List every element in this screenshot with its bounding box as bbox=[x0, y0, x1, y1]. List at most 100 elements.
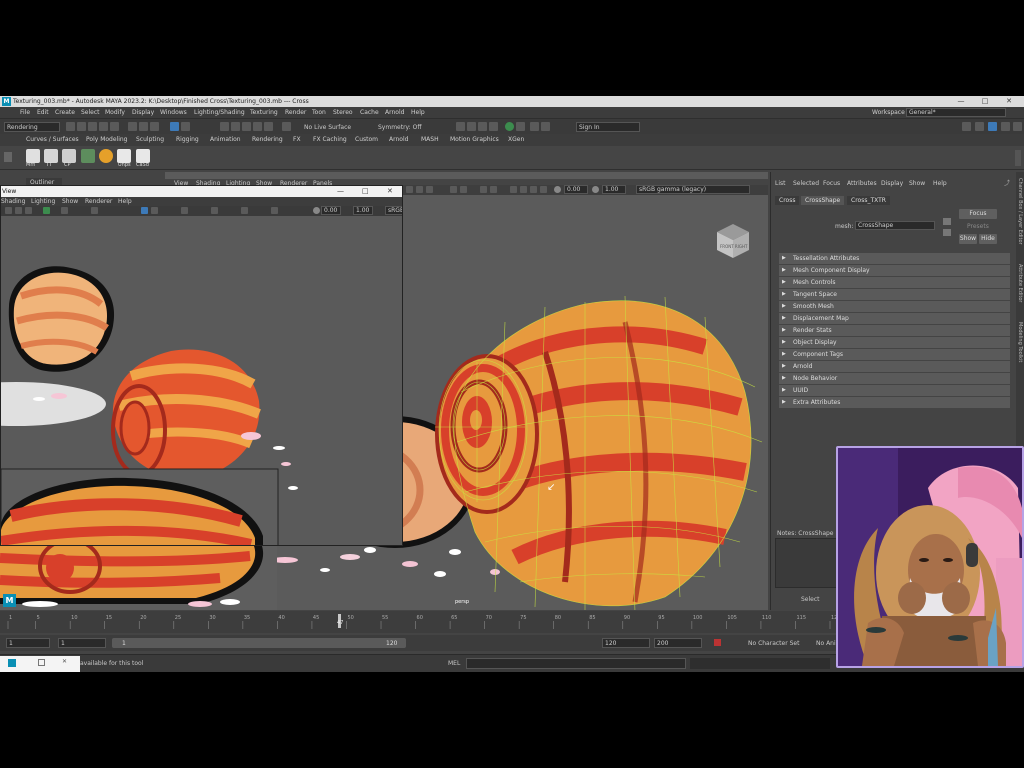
snap-point-icon[interactable] bbox=[242, 122, 251, 131]
ae-select-button[interactable]: Select bbox=[801, 596, 820, 603]
workspace-dropdown[interactable]: General* bbox=[906, 108, 1006, 117]
render-frame-icon[interactable] bbox=[456, 122, 465, 131]
maximize-button[interactable]: □ bbox=[974, 96, 996, 107]
restore-icon[interactable] bbox=[38, 659, 45, 666]
play-icon[interactable] bbox=[530, 122, 539, 131]
vp-exposure-icon[interactable] bbox=[554, 186, 561, 193]
ae-section-render-stats[interactable]: Render Stats bbox=[779, 325, 1010, 336]
ae-section-arnold[interactable]: Arnold bbox=[779, 361, 1010, 372]
ref-camera-icon[interactable] bbox=[15, 207, 22, 214]
shelf-options-icon[interactable] bbox=[4, 152, 12, 162]
ref-minimize-button[interactable]: — bbox=[337, 186, 344, 197]
time-slider[interactable]: 1 5 10 15 20 25 30 35 40 45 50 55 60 65 70 75 80 85 90 95 10… bbox=[0, 611, 841, 633]
no-live-surface-label[interactable]: No Live Surface bbox=[304, 124, 351, 131]
reference-view-window[interactable]: View — □ ✕ Shading Lighting Show Rendere… bbox=[0, 185, 403, 546]
ref-gamma-field[interactable]: 1.00 bbox=[353, 206, 373, 215]
script-language-label[interactable]: MEL bbox=[448, 660, 460, 667]
shelf-tab-mash[interactable]: MASH bbox=[421, 134, 439, 146]
select-hierarchy-icon[interactable] bbox=[128, 122, 137, 131]
ref-texture-icon[interactable] bbox=[141, 207, 148, 214]
script-editor-icon[interactable] bbox=[8, 659, 16, 667]
ref-frame-icon[interactable] bbox=[61, 207, 68, 214]
shelf-checker-icon[interactable] bbox=[81, 149, 95, 163]
vp-aa-icon[interactable] bbox=[530, 186, 537, 193]
vp-texture-icon[interactable] bbox=[460, 186, 467, 193]
ref-bookmark-icon[interactable] bbox=[91, 207, 98, 214]
shelf-casd-icon[interactable] bbox=[136, 149, 150, 163]
side-tab-attribute-editor[interactable]: Attribute Editor bbox=[1017, 264, 1023, 302]
shelf-tab-arnold[interactable]: Arnold bbox=[389, 134, 408, 146]
select-by-object-icon[interactable] bbox=[170, 122, 179, 131]
ref-grid-icon[interactable] bbox=[5, 207, 12, 214]
ae-notes-field[interactable] bbox=[775, 538, 837, 588]
ae-section-mesh-controls[interactable]: Mesh Controls bbox=[779, 277, 1010, 288]
pause-icon[interactable] bbox=[541, 122, 550, 131]
close-button[interactable]: ✕ bbox=[998, 96, 1020, 107]
select-component-icon[interactable] bbox=[150, 122, 159, 131]
ae-show-button[interactable]: Show bbox=[959, 234, 977, 244]
ae-goto-output-icon[interactable] bbox=[943, 229, 951, 236]
vp-isolate-icon[interactable] bbox=[510, 186, 517, 193]
vp-color-space-dropdown[interactable]: sRGB gamma (legacy) bbox=[636, 185, 750, 194]
shelf-tab-rigging[interactable]: Rigging bbox=[176, 134, 199, 146]
menu-edit[interactable]: Edit bbox=[37, 107, 49, 118]
ref-light-icon[interactable] bbox=[151, 207, 158, 214]
ae-tab-crossshape[interactable]: CrossShape bbox=[801, 196, 845, 205]
shelf-brush-icon[interactable] bbox=[26, 149, 40, 163]
ae-tab-cross-txtr[interactable]: Cross_TXTR bbox=[847, 196, 890, 205]
ae-section-extra-attributes[interactable]: Extra Attributes bbox=[779, 397, 1010, 408]
undo-icon[interactable] bbox=[99, 122, 108, 131]
ae-goto-input-icon[interactable] bbox=[943, 218, 951, 225]
ref-menu-show[interactable]: Show bbox=[62, 197, 78, 206]
scene-end-field[interactable]: 200 bbox=[654, 638, 702, 648]
shelf-tab-fx-caching[interactable]: FX Caching bbox=[313, 134, 347, 146]
vp-ao-icon[interactable] bbox=[540, 186, 547, 193]
ae-section-node-behavior[interactable]: Node Behavior bbox=[779, 373, 1010, 384]
vp-shadow-icon[interactable] bbox=[490, 186, 497, 193]
range-slider[interactable]: 1 120 bbox=[112, 638, 406, 648]
ae-section-component-tags[interactable]: Component Tags bbox=[779, 349, 1010, 360]
vp-light-icon[interactable] bbox=[480, 186, 487, 193]
menu-arnold[interactable]: Arnold bbox=[385, 107, 404, 118]
scene-start-field[interactable]: 1 bbox=[6, 638, 50, 648]
menu-cache[interactable]: Cache bbox=[360, 107, 379, 118]
menu-display[interactable]: Display bbox=[132, 107, 154, 118]
menu-help[interactable]: Help bbox=[411, 107, 425, 118]
vp-camera-icon[interactable] bbox=[416, 186, 423, 193]
ae-menu-attributes[interactable]: Attributes bbox=[847, 180, 877, 187]
shelf-tab-custom[interactable]: Custom bbox=[355, 134, 378, 146]
shelf-tab-animation[interactable]: Animation bbox=[210, 134, 241, 146]
ref-exposure-icon[interactable] bbox=[313, 207, 320, 214]
attribute-editor-toggle-icon[interactable] bbox=[988, 122, 997, 131]
shelf-tab-xgen[interactable]: XGen bbox=[508, 134, 524, 146]
menu-toon[interactable]: Toon bbox=[312, 107, 326, 118]
menu-windows[interactable]: Windows bbox=[160, 107, 187, 118]
vp-gamma-field[interactable]: 1.00 bbox=[602, 185, 626, 194]
ref-ao-icon[interactable] bbox=[271, 207, 278, 214]
vp-grid-icon[interactable] bbox=[406, 186, 413, 193]
magnet-icon[interactable] bbox=[282, 122, 291, 131]
ae-hide-button[interactable]: Hide bbox=[979, 234, 997, 244]
modeling-toolkit-icon[interactable] bbox=[962, 122, 971, 131]
menu-select[interactable]: Select bbox=[81, 107, 100, 118]
new-scene-icon[interactable] bbox=[66, 122, 75, 131]
snap-curve-icon[interactable] bbox=[231, 122, 240, 131]
ae-section-displacement-map[interactable]: Displacement Map bbox=[779, 313, 1010, 324]
ae-menu-display[interactable]: Display bbox=[881, 180, 903, 187]
ref-menu-lighting[interactable]: Lighting bbox=[31, 197, 55, 206]
arnold-render-icon[interactable] bbox=[505, 122, 514, 131]
tool-settings-icon[interactable] bbox=[1001, 122, 1010, 131]
vp-gamma-icon[interactable] bbox=[592, 186, 599, 193]
ref-color-space-dropdown[interactable]: sRGB bbox=[385, 206, 402, 215]
menu-modify[interactable]: Modify bbox=[105, 107, 125, 118]
ref-xray-icon[interactable] bbox=[211, 207, 218, 214]
ae-mesh-name-field[interactable]: CrossShape bbox=[855, 221, 935, 230]
shelf-unps-icon[interactable] bbox=[117, 149, 131, 163]
playback-start-field[interactable]: 1 bbox=[58, 638, 106, 648]
ae-presets-button[interactable]: Presets bbox=[967, 223, 989, 230]
menu-texturing[interactable]: Texturing bbox=[250, 107, 278, 118]
side-tab-modeling-toolkit[interactable]: Modeling Toolkit bbox=[1017, 322, 1023, 362]
ref-menu-renderer[interactable]: Renderer bbox=[85, 197, 112, 206]
ipr-render-icon[interactable] bbox=[478, 122, 487, 131]
mode-dropdown[interactable]: Rendering bbox=[4, 122, 60, 132]
